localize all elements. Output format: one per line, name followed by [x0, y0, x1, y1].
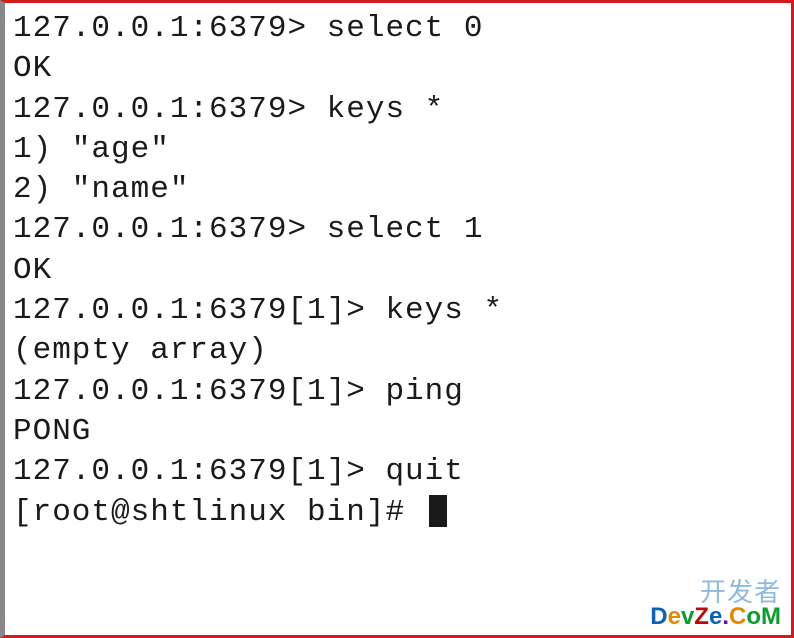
shell-prompt: [root@shtlinux bin]#	[13, 495, 425, 530]
terminal-line: 127.0.0.1:6379> select 1	[13, 210, 783, 250]
terminal-window[interactable]: 127.0.0.1:6379> select 0 OK 127.0.0.1:63…	[0, 0, 794, 638]
terminal-line: 2) "name"	[13, 170, 783, 210]
terminal-prompt-line[interactable]: [root@shtlinux bin]#	[13, 493, 783, 533]
watermark-text-en: DevZe.CoM	[650, 605, 781, 629]
terminal-line: 127.0.0.1:6379[1]> quit	[13, 452, 783, 492]
terminal-line: OK	[13, 251, 783, 291]
terminal-line: (empty array)	[13, 331, 783, 371]
terminal-line: 127.0.0.1:6379[1]> ping	[13, 372, 783, 412]
terminal-line: 127.0.0.1:6379> keys *	[13, 90, 783, 130]
watermark-text-cn: 开发者	[650, 579, 781, 605]
terminal-line: 127.0.0.1:6379[1]> keys *	[13, 291, 783, 331]
watermark: 开发者 DevZe.CoM	[650, 579, 781, 629]
terminal-line: 1) "age"	[13, 130, 783, 170]
cursor-icon	[429, 495, 447, 527]
terminal-line: PONG	[13, 412, 783, 452]
terminal-line: 127.0.0.1:6379> select 0	[13, 9, 783, 49]
terminal-line: OK	[13, 49, 783, 89]
